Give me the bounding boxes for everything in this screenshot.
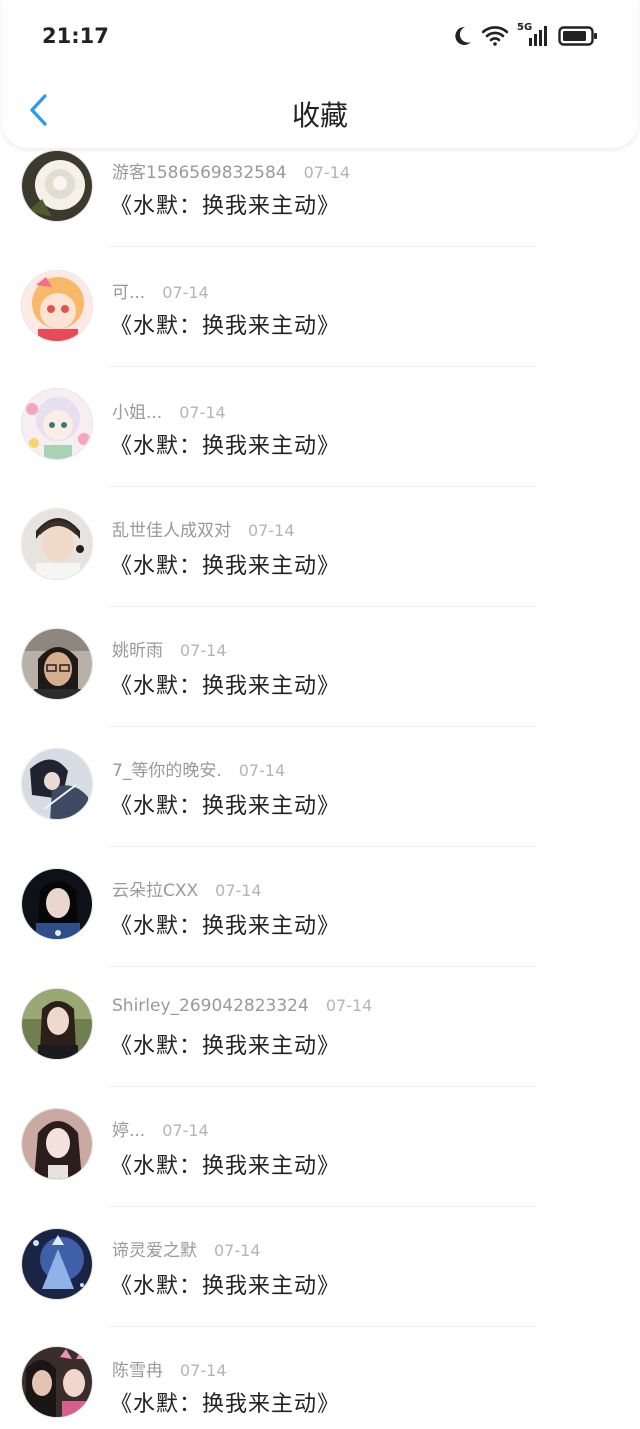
- item-meta: 游客1586569832584 07-14: [112, 158, 350, 183]
- item-date: 07-14: [325, 996, 373, 1015]
- divider: [107, 1326, 537, 1327]
- user-nickname[interactable]: 陈雪冉: [112, 1356, 163, 1381]
- item-meta: 可... 07-14: [112, 278, 209, 303]
- item-title[interactable]: 《水默：换我来主动》: [110, 1268, 340, 1300]
- item-date: 07-14: [303, 163, 351, 182]
- item-meta: Shirley_269042823324 07-14: [112, 996, 372, 1016]
- avatar[interactable]: [21, 270, 93, 342]
- item-meta: 姚昕雨 07-14: [112, 636, 227, 661]
- item-date: 07-14: [179, 403, 226, 422]
- list-item[interactable]: 陈雪冉 07-14 《水默：换我来主动》: [0, 1330, 640, 1429]
- divider: [107, 726, 537, 727]
- item-date: 07-14: [215, 881, 262, 900]
- item-title[interactable]: 《水默：换我来主动》: [110, 188, 340, 220]
- avatar[interactable]: [21, 1346, 93, 1418]
- list-item[interactable]: 姚昕雨 07-14 《水默：换我来主动》: [0, 610, 640, 730]
- item-title[interactable]: 《水默：换我来主动》: [110, 908, 340, 940]
- divider: [107, 246, 537, 247]
- item-meta: 乱世佳人成双对 07-14: [112, 516, 295, 541]
- item-date: 07-14: [180, 1361, 227, 1380]
- 5g-signal-icon: 5G: [517, 22, 549, 48]
- item-title[interactable]: 《水默：换我来主动》: [110, 1148, 340, 1180]
- battery-icon: [558, 25, 598, 47]
- item-title[interactable]: 《水默：换我来主动》: [110, 1386, 340, 1418]
- list-item[interactable]: 小姐... 07-14 《水默：换我来主动》: [0, 370, 640, 490]
- list-item[interactable]: Shirley_269042823324 07-14 《水默：换我来主动》: [0, 970, 640, 1090]
- user-nickname[interactable]: Shirley_269042823324: [112, 996, 309, 1016]
- user-nickname[interactable]: 乱世佳人成双对: [112, 516, 231, 541]
- item-date: 07-14: [180, 641, 227, 660]
- top-header: 21:17 5G 收藏: [2, 0, 638, 148]
- item-meta: 小姐... 07-14: [112, 398, 226, 423]
- status-bar: 21:17 5G: [2, 0, 638, 72]
- user-nickname[interactable]: 姚昕雨: [112, 636, 163, 661]
- list-item[interactable]: 谛灵爱之默 07-14 《水默：换我来主动》: [0, 1210, 640, 1330]
- status-icons: 5G: [451, 22, 598, 50]
- item-title[interactable]: 《水默：换我来主动》: [110, 668, 340, 700]
- item-title[interactable]: 《水默：换我来主动》: [110, 428, 340, 460]
- list-item[interactable]: 乱世佳人成双对 07-14 《水默：换我来主动》: [0, 490, 640, 610]
- item-title[interactable]: 《水默：换我来主动》: [110, 308, 340, 340]
- moon-icon: [451, 25, 473, 47]
- list-item[interactable]: 游客1586569832584 07-14 《水默：换我来主动》: [0, 130, 640, 250]
- item-date: 07-14: [162, 1121, 209, 1140]
- item-meta: 云朵拉CXX 07-14: [112, 876, 262, 901]
- avatar[interactable]: [21, 988, 93, 1060]
- list-item[interactable]: 7_等你的晚安. 07-14 《水默：换我来主动》: [0, 730, 640, 850]
- list-item[interactable]: 婷... 07-14 《水默：换我来主动》: [0, 1090, 640, 1210]
- item-title[interactable]: 《水默：换我来主动》: [110, 788, 340, 820]
- user-nickname[interactable]: 7_等你的晚安.: [112, 756, 222, 781]
- avatar[interactable]: [21, 1108, 93, 1180]
- user-nickname[interactable]: 游客1586569832584: [112, 158, 287, 183]
- wifi-icon: [482, 26, 508, 46]
- item-title[interactable]: 《水默：换我来主动》: [110, 1028, 340, 1060]
- avatar[interactable]: [21, 868, 93, 940]
- user-nickname[interactable]: 谛灵爱之默: [112, 1236, 197, 1261]
- user-nickname[interactable]: 可...: [112, 278, 145, 303]
- divider: [107, 606, 537, 607]
- user-nickname[interactable]: 云朵拉CXX: [112, 876, 198, 901]
- page-title: 收藏: [291, 99, 348, 132]
- list-item[interactable]: 可... 07-14 《水默：换我来主动》: [0, 250, 640, 370]
- avatar[interactable]: [21, 150, 93, 222]
- status-time: 21:17: [42, 24, 109, 48]
- item-meta: 谛灵爱之默 07-14: [112, 1236, 261, 1261]
- item-date: 07-14: [162, 283, 209, 302]
- divider: [107, 366, 537, 367]
- divider: [107, 1206, 537, 1207]
- item-meta: 7_等你的晚安. 07-14: [112, 756, 285, 781]
- avatar[interactable]: [21, 388, 93, 460]
- nav-bar: 收藏: [2, 80, 638, 144]
- avatar[interactable]: [21, 508, 93, 580]
- divider: [107, 1086, 537, 1087]
- avatar[interactable]: [21, 748, 93, 820]
- divider: [107, 966, 537, 967]
- list-item[interactable]: 云朵拉CXX 07-14 《水默：换我来主动》: [0, 850, 640, 970]
- item-meta: 陈雪冉 07-14: [112, 1356, 227, 1381]
- avatar[interactable]: [21, 628, 93, 700]
- avatar[interactable]: [21, 1228, 93, 1300]
- divider: [107, 486, 537, 487]
- divider: [107, 846, 537, 847]
- item-date: 07-14: [238, 761, 286, 780]
- item-title[interactable]: 《水默：换我来主动》: [110, 548, 340, 580]
- user-nickname[interactable]: 小姐...: [112, 398, 162, 423]
- item-meta: 婷... 07-14: [112, 1116, 209, 1141]
- item-date: 07-14: [214, 1241, 261, 1260]
- user-nickname[interactable]: 婷...: [112, 1116, 145, 1141]
- item-date: 07-14: [248, 521, 295, 540]
